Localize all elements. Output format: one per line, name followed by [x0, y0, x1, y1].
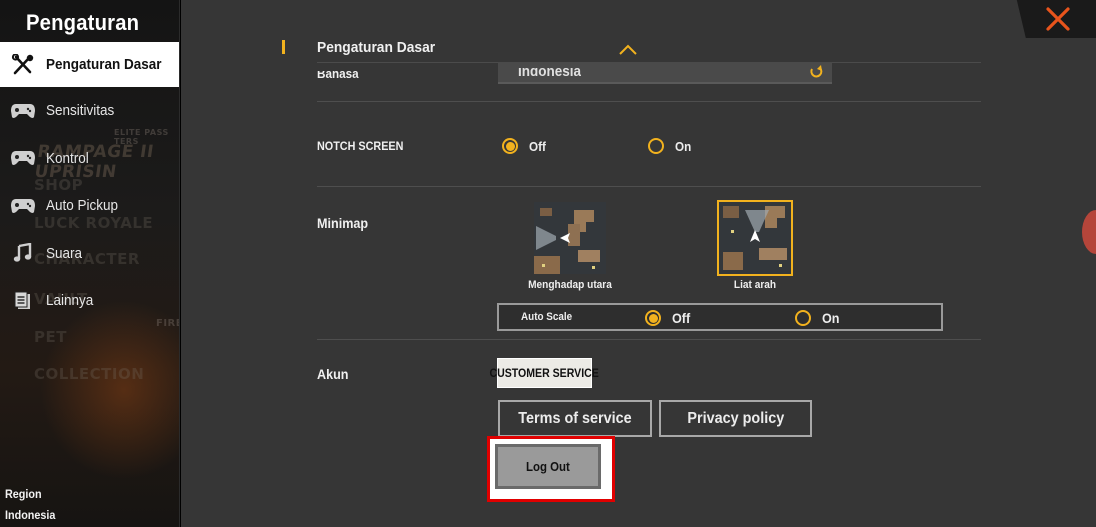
sidebar-item-label: Auto Pickup [46, 197, 119, 215]
section-marker [282, 40, 285, 54]
terms-of-service-label: Terms of service [518, 409, 632, 427]
sidebar-item-label: Lainnya [46, 292, 94, 310]
region-label: Region [5, 487, 42, 501]
sidebar-item-pengaturan-dasar[interactable]: Pengaturan Dasar [0, 42, 179, 87]
minimap-north-preview [534, 202, 606, 274]
language-label: Bahasa [317, 66, 359, 81]
language-select[interactable]: Indonesia [498, 62, 832, 84]
logout-label: Log Out [526, 459, 570, 474]
minimap-north-option[interactable] [534, 202, 606, 274]
minimap-direction-option[interactable] [717, 200, 793, 276]
refresh-icon [810, 65, 823, 78]
privacy-policy-label: Privacy policy [687, 409, 784, 427]
notch-on-radio[interactable]: On [648, 138, 693, 154]
sidebar-item-label: Kontrol [46, 149, 89, 167]
row-divider [317, 101, 981, 102]
gamepad-icon [10, 100, 36, 122]
auto-scale-on-radio[interactable]: On [795, 310, 841, 326]
minimap-direction-caption: Liat arah [733, 279, 777, 291]
language-value: Indonesia [518, 63, 582, 80]
bg-text-collection: COLLECTION [34, 365, 145, 383]
radio-selected-icon [502, 138, 518, 154]
sidebar-item-auto-pickup[interactable]: Auto Pickup [0, 182, 179, 230]
customer-service-button[interactable]: CUSTOMER SERVICE [490, 358, 599, 388]
privacy-policy-button[interactable]: Privacy policy [659, 400, 812, 437]
auto-scale-off-label: Off [672, 310, 691, 326]
chevron-up-icon [619, 44, 637, 55]
radio-selected-icon [645, 310, 661, 326]
sidebar-title: Pengaturan [26, 10, 140, 35]
notch-off-label: Off [529, 138, 546, 154]
account-label: Akun [317, 366, 349, 382]
region-info: Region Indonesia [5, 484, 55, 526]
tools-icon [10, 53, 36, 76]
minimap-north-caption: Menghadap utara [528, 279, 612, 291]
region-value: Indonesia [5, 508, 56, 522]
notch-label: NOTCH SCREEN [317, 139, 404, 153]
terms-of-service-button[interactable]: Terms of service [498, 400, 652, 437]
gamepad-icon [10, 147, 36, 169]
minimap-label: Minimap [317, 215, 369, 231]
sidebar: ELITE PASS TERS RAMPAGE II UPRISIN SHOP … [0, 0, 180, 527]
sidebar-item-lainnya[interactable]: Lainnya [0, 277, 179, 325]
section-title: Pengaturan Dasar [317, 39, 436, 56]
settings-panel: Pengaturan Dasar Bahasa Indonesia NOTCH … [181, 0, 1096, 527]
sidebar-menu: Pengaturan Dasar Sensitivitas Kontrol Au… [0, 42, 179, 325]
row-divider [317, 339, 981, 340]
sidebar-item-label: Sensitivitas [46, 102, 115, 120]
close-button[interactable] [1038, 4, 1078, 34]
sidebar-item-suara[interactable]: Suara [0, 230, 179, 278]
logout-button[interactable]: Log Out [495, 444, 601, 489]
minimap-direction-preview [719, 202, 791, 274]
sidebar-item-label: Suara [46, 244, 83, 262]
row-divider [317, 186, 981, 187]
auto-scale-group: Auto Scale Off On [497, 303, 943, 331]
sidebar-item-label: Pengaturan Dasar [46, 56, 162, 73]
customer-service-label: CUSTOMER SERVICE [489, 366, 600, 380]
notch-off-radio[interactable]: Off [502, 138, 548, 154]
collapse-button[interactable] [617, 42, 639, 56]
notch-on-label: On [675, 138, 692, 154]
sidebar-item-sensitivitas[interactable]: Sensitivitas [0, 87, 179, 135]
auto-scale-on-label: On [822, 310, 840, 326]
auto-scale-label: Auto Scale [521, 311, 573, 323]
document-icon [10, 290, 36, 312]
auto-scale-off-radio[interactable]: Off [645, 310, 692, 326]
radio-empty-icon [648, 138, 664, 154]
edge-notification-bubble[interactable] [1082, 210, 1096, 254]
bg-text-pet: PET [34, 328, 67, 346]
radio-empty-icon [795, 310, 811, 326]
gamepad-icon [10, 195, 36, 217]
close-icon [1046, 7, 1070, 31]
music-note-icon [10, 242, 36, 264]
sidebar-item-kontrol[interactable]: Kontrol [0, 135, 179, 183]
